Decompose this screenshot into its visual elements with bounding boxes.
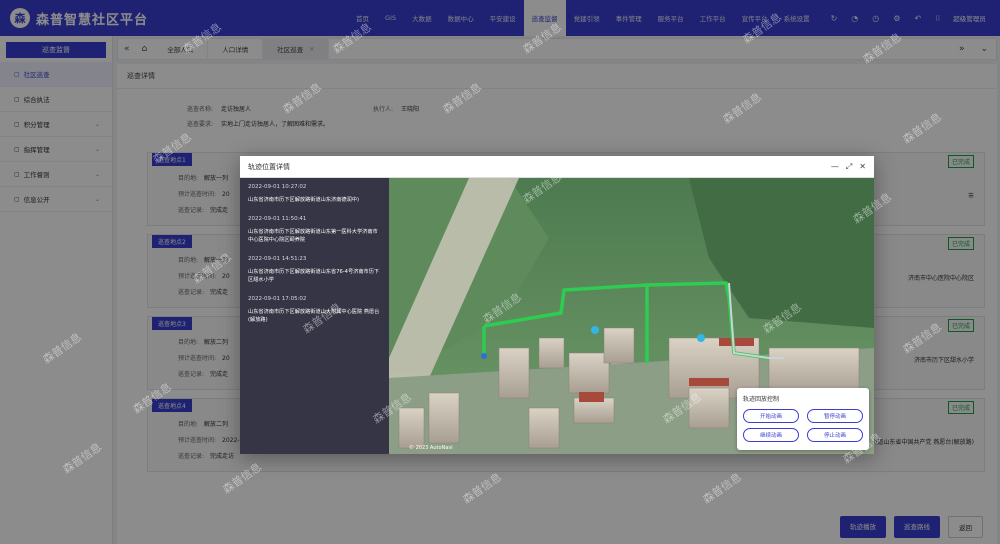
pause-animation-button[interactable]: 暂停动画 [807, 409, 863, 423]
track-item[interactable]: 2022-09-01 14:51:23 山东省济南市历下区解放路街道山东省76-4… [248, 256, 381, 284]
track-time: 2022-09-01 17:05:02 [248, 296, 307, 302]
track-time: 2022-09-01 14:51:23 [248, 256, 307, 262]
map-credit: © 2023 AutoNavi [409, 445, 453, 451]
track-item[interactable]: 2022-09-01 10:27:02 山东省济南市历下区解放路街道山东济南德润中… [248, 184, 381, 204]
map-view[interactable]: © 2023 AutoNavi 轨迹回放控制 开始动画 暂停动画 继续动画 停止动画 [389, 178, 874, 454]
track-time: 2022-09-01 10:27:02 [248, 184, 307, 190]
track-time: 2022-09-01 11:50:41 [248, 216, 307, 222]
track-item[interactable]: 2022-09-01 17:05:02 山东省济南市历下区解放路街道山大附属中心医… [248, 296, 381, 324]
maximize-icon[interactable]: ⤢ [846, 162, 852, 172]
track-address: 山东省济南市历下区解放路街道山东济南德润中) [248, 197, 359, 203]
modal-title: 轨迹位置详情 [248, 162, 290, 171]
track-list: 2022-09-01 10:27:02 山东省济南市历下区解放路街道山东济南德润中… [240, 178, 389, 454]
close-icon[interactable]: ✕ [859, 162, 866, 172]
stop-animation-button[interactable]: 停止动画 [807, 428, 863, 442]
track-item[interactable]: 2022-09-01 11:50:41 山东省济南市历下区解放路街道山东第一医科大… [248, 216, 381, 244]
track-address: 山东省济南市历下区解放路街道山东第一医科大学济南市中心医院中心院区颐养院 [248, 229, 378, 243]
track-address: 山东省济南市历下区解放路街道山大附属中心医院 燕愿台(解放路) [248, 309, 380, 323]
minimize-icon[interactable]: — [831, 162, 839, 172]
track-detail-modal: 轨迹位置详情 — ⤢ ✕ 2022-09-01 10:27:02 山东省济南市历下… [240, 156, 874, 454]
control-panel-title: 轨迹回放控制 [743, 396, 780, 403]
start-animation-button[interactable]: 开始动画 [743, 409, 799, 423]
track-control-panel: 轨迹回放控制 开始动画 暂停动画 继续动画 停止动画 [737, 388, 869, 450]
resume-animation-button[interactable]: 继续动画 [743, 428, 799, 442]
track-address: 山东省济南市历下区解放路街道山东省76-4号济南市历下区甜水小学 [248, 269, 380, 283]
